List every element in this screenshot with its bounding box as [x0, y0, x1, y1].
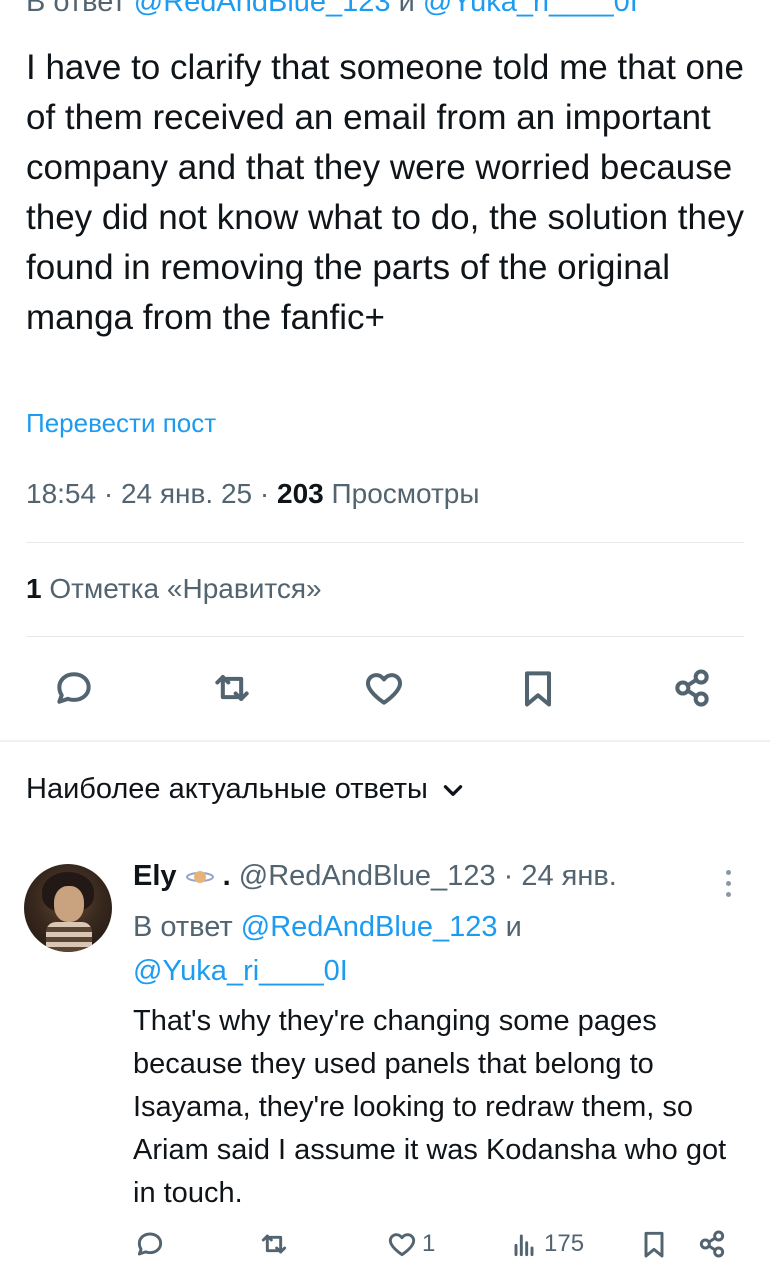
avatar[interactable]	[24, 864, 112, 952]
views-label: Просмотры	[331, 478, 480, 509]
translate-post-link[interactable]: Перевести пост	[26, 408, 216, 439]
reply-author-suffix: .	[222, 860, 231, 892]
replies-sort-dropdown[interactable]: Наиболее актуальные ответы	[26, 773, 466, 806]
bookmark-button[interactable]	[514, 664, 562, 712]
reply-icon	[57, 672, 91, 704]
like-button[interactable]	[360, 664, 408, 712]
more-options-icon[interactable]	[726, 870, 734, 900]
views-count: 203	[277, 478, 324, 509]
tweet-meta: 18:54 · 24 янв. 25 · 203 Просмотры	[26, 478, 480, 509]
tweet-time[interactable]: 18:54	[26, 478, 96, 509]
reply-to-prefix: В ответ	[133, 911, 233, 943]
reply-retweet-button[interactable]	[258, 1228, 290, 1260]
likes-label: Отметка «Нравится»	[49, 573, 322, 604]
reply-author-name[interactable]: Ely	[133, 860, 177, 892]
tweet-date[interactable]: 24 янв. 25	[121, 478, 252, 509]
share-icon	[699, 1230, 725, 1258]
bookmark-icon	[524, 671, 552, 707]
replies-sort-label: Наиболее актуальные ответы	[26, 773, 428, 805]
reply-to-line: В ответ @RedAndBlue_123 и @Yuka_ri____0I	[26, 0, 638, 19]
reply-button[interactable]	[50, 664, 98, 712]
reply-to-user-link[interactable]: @Yuka_ri____0I	[133, 955, 348, 987]
reply-like-button[interactable]: 1	[386, 1228, 435, 1260]
reply-share-button[interactable]	[696, 1228, 728, 1260]
divider	[26, 542, 744, 543]
chevron-down-icon	[443, 784, 463, 796]
reply-to-user-link[interactable]: @Yuka_ri____0I	[423, 0, 638, 18]
divider	[26, 636, 744, 637]
reply-to-and: и	[398, 0, 415, 18]
tweet-text: I have to clarify that someone told me t…	[26, 48, 744, 337]
reply-to-and: и	[505, 911, 522, 943]
reply-text: That's why they're changing some pages b…	[133, 1005, 727, 1209]
reply-to-user-link[interactable]: @RedAndBlue_123	[241, 911, 498, 943]
retweet-icon	[261, 1234, 287, 1254]
reply-header: Ely . @RedAndBlue_123 · 24 янв.	[133, 860, 617, 892]
reply-views-button[interactable]: 175	[508, 1228, 584, 1260]
reply-views-count: 175	[544, 1230, 585, 1257]
heart-icon	[366, 673, 402, 705]
bookmark-icon	[644, 1231, 664, 1258]
bar-chart-icon	[514, 1234, 534, 1257]
retweet-icon	[215, 674, 249, 702]
likes-count: 1	[26, 573, 42, 604]
reply-icon	[137, 1232, 163, 1256]
reply-to-prefix: В ответ	[26, 0, 126, 18]
heart-icon	[388, 1233, 416, 1257]
share-button[interactable]	[668, 664, 716, 712]
likes-summary[interactable]: 1 Отметка «Нравится»	[26, 573, 322, 605]
planet-emoji-icon	[185, 871, 214, 884]
reply-like-count: 1	[422, 1230, 436, 1257]
reply-to-user-link[interactable]: @RedAndBlue_123	[134, 0, 391, 18]
reply-author-handle[interactable]: @RedAndBlue_123	[239, 860, 496, 892]
reply-to-line: В ответ @RedAndBlue_123 и @Yuka_ri____0I	[133, 905, 753, 993]
section-divider	[0, 740, 770, 742]
reply-reply-button[interactable]	[134, 1228, 166, 1260]
reply-date[interactable]: 24 янв.	[521, 860, 617, 892]
retweet-button[interactable]	[208, 664, 256, 712]
share-icon	[675, 669, 709, 707]
reply-bookmark-button[interactable]	[638, 1228, 670, 1260]
